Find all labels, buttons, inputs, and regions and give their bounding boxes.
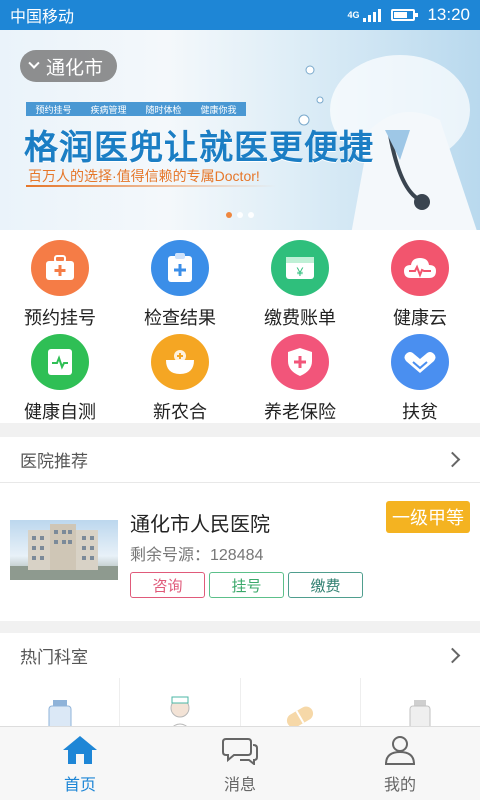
banner-title: 格润医兜让就医更便捷 xyxy=(24,129,374,167)
service-label: 新农合 xyxy=(153,402,207,422)
carrier-label: 中国移动 xyxy=(10,9,75,26)
banner-subtitle: 百万人的选择·值得信赖的专属Doctor! xyxy=(28,168,260,184)
city-label: 通化市 xyxy=(46,57,104,79)
hospital-level-badge: 一级甲等 xyxy=(386,501,470,533)
service-appointment[interactable]: 预约挂号 xyxy=(0,236,120,330)
city-selector[interactable]: 通化市 xyxy=(20,50,118,82)
clock: 13:20 xyxy=(427,5,470,24)
service-label: 健康自测 xyxy=(24,402,96,422)
tab-label: 首页 xyxy=(63,777,96,794)
banner-tag: 随时体检 xyxy=(145,104,182,115)
status-bar: 中国移动 4G 13:20 xyxy=(0,0,480,30)
dept-item[interactable] xyxy=(0,678,121,730)
self-test-icon xyxy=(31,334,89,390)
dept-item[interactable] xyxy=(120,678,241,730)
dept-section-header[interactable]: 热门科室 xyxy=(0,633,480,679)
banner-tag: 疾病管理 xyxy=(90,104,127,115)
tab-label: 我的 xyxy=(383,777,416,794)
services-grid: 预约挂号 检查结果 ¥ 缴费账单 健康云 健康自测 新农合 养老保险 扶贫 xyxy=(0,230,480,423)
hospital-photo xyxy=(10,520,118,580)
hospital-remaining-slots: 剩余号源：128484 xyxy=(130,547,264,564)
service-results[interactable]: 检查结果 xyxy=(120,236,240,330)
tab-label: 消息 xyxy=(223,777,256,794)
clipboard-icon xyxy=(151,240,209,296)
signal-icon xyxy=(363,8,382,22)
pay-button[interactable]: 缴费 xyxy=(288,572,363,598)
service-label: 检查结果 xyxy=(144,308,216,328)
handshake-icon xyxy=(391,334,449,390)
carousel-dot xyxy=(248,212,254,218)
bottom-tab-bar: 首页 消息 我的 xyxy=(0,726,480,800)
hospital-card[interactable]: 通化市人民医院 剩余号源：128484 一级甲等 咨询 挂号 缴费 xyxy=(0,483,480,621)
insurance-bowl-icon xyxy=(151,334,209,390)
tab-profile[interactable]: 我的 xyxy=(320,727,480,800)
dept-medicine-bottle-icon xyxy=(409,700,431,730)
network-label: 4G xyxy=(347,9,360,20)
chevron-right-icon xyxy=(444,451,461,468)
dept-item[interactable] xyxy=(361,678,480,730)
bill-icon: ¥ xyxy=(271,240,329,296)
svg-text:¥: ¥ xyxy=(296,265,304,279)
service-rural-insurance[interactable]: 新农合 xyxy=(120,330,240,424)
carousel-indicator xyxy=(226,212,254,218)
status-icons: 4G 13:20 xyxy=(347,5,470,25)
dept-item[interactable] xyxy=(241,678,361,730)
chat-icon xyxy=(222,738,258,765)
tab-home[interactable]: 首页 xyxy=(0,727,160,800)
service-self-test[interactable]: 健康自测 xyxy=(0,330,120,424)
service-label: 预约挂号 xyxy=(24,308,96,328)
service-health-cloud[interactable]: 健康云 xyxy=(360,236,480,330)
carousel-dot-active xyxy=(226,212,232,218)
tab-messages[interactable]: 消息 xyxy=(160,727,320,800)
heart-cloud-icon xyxy=(391,240,449,296)
banner-tag: 健康你我 xyxy=(200,104,237,115)
dept-row xyxy=(0,678,480,730)
banner-underline xyxy=(26,185,276,187)
dept-nurse-icon xyxy=(168,696,192,730)
medical-kit-icon xyxy=(31,240,89,296)
section-title: 热门科室 xyxy=(20,648,88,667)
hospital-name: 通化市人民医院 xyxy=(130,514,270,536)
hospital-section-header[interactable]: 医院推荐 xyxy=(0,437,480,483)
service-bill[interactable]: ¥ 缴费账单 xyxy=(240,236,360,330)
dept-pill-icon xyxy=(287,706,314,728)
promo-banner[interactable]: 通化市 预约挂号 疾病管理 随时体检 健康你我 格润医兜让就医更便捷 百万人的选… xyxy=(0,30,480,230)
user-icon xyxy=(384,736,416,765)
banner-tags: 预约挂号 疾病管理 随时体检 健康你我 xyxy=(26,102,246,116)
shield-icon xyxy=(271,334,329,390)
section-title: 医院推荐 xyxy=(20,452,88,471)
service-label: 养老保险 xyxy=(264,402,336,422)
home-icon xyxy=(63,736,97,764)
chevron-down-icon xyxy=(28,57,40,69)
banner-tag: 预约挂号 xyxy=(35,104,72,115)
service-label: 健康云 xyxy=(393,308,447,328)
carousel-dot xyxy=(237,212,243,218)
service-pension[interactable]: 养老保险 xyxy=(240,330,360,424)
hospital-actions: 咨询 挂号 缴费 xyxy=(130,572,363,598)
dept-pharmacy-icon xyxy=(48,700,72,730)
consult-button[interactable]: 咨询 xyxy=(130,572,205,598)
service-label: 扶贫 xyxy=(402,402,438,422)
service-poverty-aid[interactable]: 扶贫 xyxy=(360,330,480,424)
register-button[interactable]: 挂号 xyxy=(209,572,284,598)
chevron-right-icon xyxy=(444,647,461,664)
battery-icon xyxy=(391,9,419,21)
service-label: 缴费账单 xyxy=(264,308,336,328)
